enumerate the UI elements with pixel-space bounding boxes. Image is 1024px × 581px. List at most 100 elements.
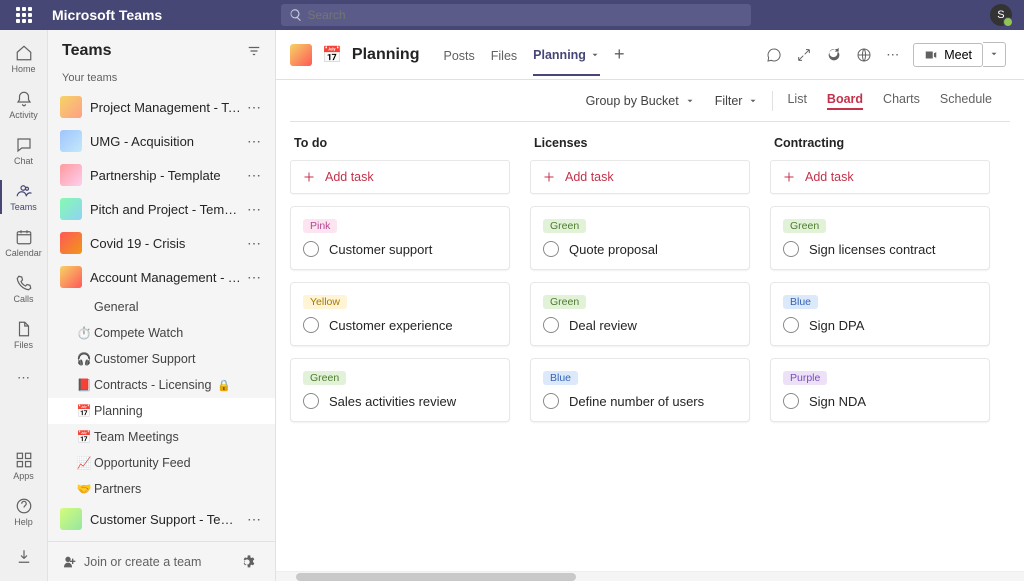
task-checkbox[interactable]	[783, 393, 799, 409]
channel-name: Compete Watch	[94, 326, 183, 340]
user-avatar[interactable]: S	[990, 4, 1012, 26]
team-more-icon[interactable]: ⋯	[243, 269, 265, 286]
rail-teams[interactable]: Teams	[0, 174, 48, 220]
view-board[interactable]: Board	[827, 92, 863, 110]
expand-icon[interactable]	[796, 47, 812, 63]
team-row[interactable]: Covid 19 - Crisis⋯	[48, 226, 275, 260]
task-checkbox[interactable]	[783, 317, 799, 333]
team-more-icon[interactable]: ⋯	[243, 167, 265, 184]
rail-files[interactable]: Files	[0, 312, 48, 358]
add-task-button[interactable]: Add task	[770, 160, 990, 194]
bucket: LicensesAdd taskGreenQuote proposalGreen…	[530, 136, 750, 571]
rail-calls[interactable]: Calls	[0, 266, 48, 312]
team-row[interactable]: Partnership - Template⋯	[48, 158, 275, 192]
planner-toolbar: Group by Bucket Filter List Board Charts Sc…	[290, 80, 1010, 122]
view-charts[interactable]: Charts	[883, 92, 920, 110]
channel-row[interactable]: 📈Opportunity Feed	[48, 450, 275, 476]
task-card[interactable]: GreenQuote proposal	[530, 206, 750, 270]
channel-name: Planning	[94, 404, 143, 418]
task-card[interactable]: BlueDefine number of users	[530, 358, 750, 422]
task-card[interactable]: YellowCustomer experience	[290, 282, 510, 346]
team-row[interactable]: Pitch and Project - Template⋯	[48, 192, 275, 226]
tab-posts[interactable]: Posts	[443, 34, 474, 76]
team-row[interactable]: Crisis Management - Template⋯	[48, 536, 275, 541]
app-rail: HomeActivityChatTeamsCalendarCallsFiles⋯…	[0, 30, 48, 581]
rail-download[interactable]	[0, 535, 48, 581]
channel-row[interactable]: 📅Planning	[48, 398, 275, 424]
view-schedule[interactable]: Schedule	[940, 92, 992, 110]
task-card[interactable]: GreenDeal review	[530, 282, 750, 346]
task-checkbox[interactable]	[543, 393, 559, 409]
team-row[interactable]: Customer Support - Template⋯	[48, 502, 275, 536]
task-card[interactable]: Blue Sign DPA	[770, 282, 990, 346]
team-more-icon[interactable]: ⋯	[243, 235, 265, 252]
app-launcher-icon[interactable]	[12, 3, 36, 27]
team-join-icon	[60, 554, 76, 570]
task-label: Blue	[783, 295, 818, 309]
meet-dropdown-button[interactable]	[983, 42, 1006, 67]
task-title: Sign DPA	[809, 318, 864, 333]
task-checkbox[interactable]	[303, 393, 319, 409]
video-icon	[924, 48, 938, 62]
task-card[interactable]: GreenSign licenses contract	[770, 206, 990, 270]
search-input[interactable]	[281, 4, 751, 26]
filter-dropdown[interactable]: Filter	[715, 94, 759, 108]
task-checkbox[interactable]	[543, 241, 559, 257]
group-by-dropdown[interactable]: Group by Bucket	[586, 94, 695, 108]
add-tab-button[interactable]: +	[608, 44, 631, 65]
team-name: Account Management - Templa...	[90, 270, 243, 285]
rail-activity[interactable]: Activity	[0, 82, 48, 128]
rail-chat[interactable]: Chat	[0, 128, 48, 174]
rail-home[interactable]: Home	[0, 36, 48, 82]
reply-icon[interactable]	[766, 47, 782, 63]
task-checkbox[interactable]	[543, 317, 559, 333]
task-checkbox[interactable]	[303, 317, 319, 333]
channel-emoji: 📅	[76, 404, 92, 418]
channel-row[interactable]: General	[48, 294, 275, 320]
panel-footer[interactable]: Join or create a team	[48, 541, 275, 581]
channel-row[interactable]: 📕Contracts - Licensing🔒	[48, 372, 275, 398]
bucket-title: To do	[290, 136, 510, 150]
tab-files[interactable]: Files	[491, 34, 517, 76]
team-row[interactable]: Account Management - Templa...⋯	[48, 260, 275, 294]
channel-row[interactable]: 🤝Partners	[48, 476, 275, 502]
view-switcher: List Board Charts Schedule	[787, 92, 992, 110]
channel-row[interactable]: 🎧Customer Support	[48, 346, 275, 372]
task-checkbox[interactable]	[783, 241, 799, 257]
more-icon[interactable]: ⋯	[886, 47, 899, 63]
rail-calendar[interactable]: Calendar	[0, 220, 48, 266]
team-more-icon[interactable]: ⋯	[243, 511, 265, 528]
team-row[interactable]: UMG - Acquisition⋯	[48, 124, 275, 158]
chevron-down-icon	[748, 96, 758, 106]
globe-icon[interactable]	[856, 47, 872, 63]
rail-help[interactable]: Help	[0, 489, 48, 535]
rail-apps[interactable]: Apps	[0, 443, 48, 489]
team-more-icon[interactable]: ⋯	[243, 133, 265, 150]
add-task-button[interactable]: Add task	[290, 160, 510, 194]
title-bar: Microsoft Teams S	[0, 0, 1024, 30]
gear-icon[interactable]	[239, 554, 255, 570]
team-icon	[60, 164, 82, 186]
plus-icon	[543, 171, 555, 183]
rail-more[interactable]: ⋯	[0, 358, 48, 398]
task-card[interactable]: GreenSales activities review	[290, 358, 510, 422]
team-more-icon[interactable]: ⋯	[243, 201, 265, 218]
team-icon	[60, 198, 82, 220]
meet-button[interactable]: Meet	[913, 43, 983, 67]
team-row[interactable]: Project Management - Template⋯	[48, 90, 275, 124]
activity-icon	[15, 90, 33, 108]
channel-name: Team Meetings	[94, 430, 179, 444]
view-list[interactable]: List	[787, 92, 806, 110]
horizontal-scrollbar[interactable]	[276, 571, 1024, 581]
channel-row[interactable]: 📅Team Meetings	[48, 424, 275, 450]
channel-row[interactable]: ⏱️Compete Watch	[48, 320, 275, 346]
task-checkbox[interactable]	[303, 241, 319, 257]
task-card[interactable]: PurpleSign NDA	[770, 358, 990, 422]
team-more-icon[interactable]: ⋯	[243, 99, 265, 116]
task-card[interactable]: PinkCustomer support	[290, 206, 510, 270]
panel-footer-label: Join or create a team	[84, 555, 201, 569]
refresh-icon[interactable]	[826, 47, 842, 63]
add-task-button[interactable]: Add task	[530, 160, 750, 194]
tab-planning[interactable]: Planning	[533, 34, 600, 76]
filter-icon[interactable]	[247, 44, 261, 58]
